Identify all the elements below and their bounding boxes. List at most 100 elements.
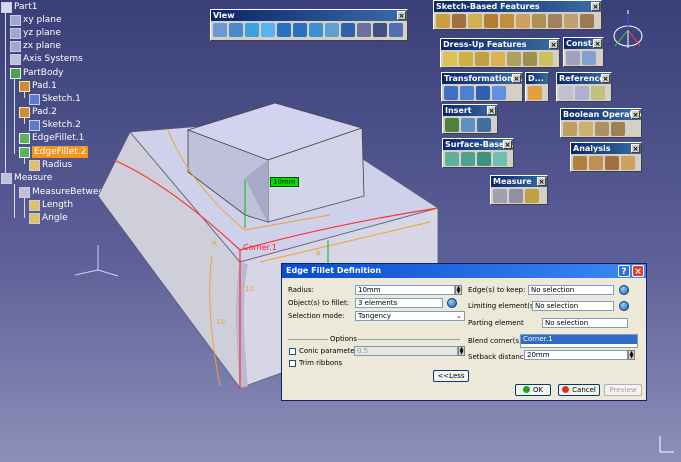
chamfer-icon[interactable] — [459, 52, 473, 66]
close-icon[interactable]: × — [537, 177, 546, 186]
remove-loft-icon[interactable] — [580, 14, 594, 28]
close-icon[interactable]: × — [631, 110, 640, 119]
blend-corner-item[interactable]: Corner.1 — [521, 335, 637, 344]
zoom-out-icon[interactable] — [293, 23, 307, 37]
ok-button[interactable]: OK — [515, 384, 551, 396]
close-button[interactable]: × — [632, 265, 644, 277]
point-icon[interactable] — [559, 86, 573, 100]
geometrical-set-icon[interactable] — [461, 118, 475, 132]
multi-selection-icon[interactable] — [447, 298, 457, 308]
measure-item-icon[interactable] — [509, 189, 523, 203]
conic-spinner[interactable]: ▲ ▼ — [458, 346, 465, 356]
shading-icon[interactable] — [357, 23, 371, 37]
scaling-icon[interactable] — [492, 86, 506, 100]
toolbar-sketch-based-features[interactable]: Sketch-Based Features × — [433, 0, 602, 30]
compass-icon[interactable] — [613, 10, 643, 48]
thread-analysis-icon[interactable] — [605, 156, 619, 170]
toolbar-d[interactable]: D... — [525, 72, 549, 102]
mirror-icon[interactable] — [460, 86, 474, 100]
close-icon[interactable]: × — [397, 11, 406, 20]
conic-parameter-checkbox[interactable] — [289, 348, 296, 355]
multi-selection-icon[interactable] — [619, 301, 629, 311]
close-surface-icon[interactable] — [477, 152, 491, 166]
dialog-title-bar[interactable]: Edge Fillet Definition ? × — [282, 264, 646, 278]
draft-analysis-icon[interactable] — [573, 156, 587, 170]
stiffener-icon[interactable] — [548, 14, 562, 28]
line-icon[interactable] — [575, 86, 589, 100]
pad-icon[interactable] — [436, 14, 450, 28]
conic-parameter-input[interactable]: 0.5 — [354, 346, 458, 356]
toolbar-insert[interactable]: Insert × — [442, 104, 498, 134]
intersect-icon[interactable] — [611, 122, 625, 136]
toolbar-reference-elements[interactable]: Reference... × — [556, 72, 612, 102]
groove-icon[interactable] — [484, 14, 498, 28]
multi-selection-icon[interactable] — [619, 285, 629, 295]
swap-space-icon[interactable] — [389, 23, 403, 37]
close-icon[interactable]: × — [593, 39, 602, 48]
draft-icon[interactable] — [475, 52, 489, 66]
constraint-icon[interactable] — [566, 51, 580, 65]
parting-element-field[interactable]: No selection — [542, 318, 628, 328]
iso-view-icon[interactable] — [341, 23, 355, 37]
toolbar-view[interactable]: View × — [210, 9, 408, 41]
close-icon[interactable]: × — [487, 106, 496, 115]
split-icon[interactable] — [445, 152, 459, 166]
hole-analysis-icon[interactable] — [621, 156, 635, 170]
body-icon[interactable] — [445, 118, 459, 132]
measure-between-icon[interactable] — [493, 189, 507, 203]
less-button[interactable]: <<Less — [433, 370, 469, 382]
radius-spinner[interactable]: ▲ ▼ — [455, 285, 462, 295]
slot-icon[interactable] — [532, 14, 546, 28]
normal-view-icon[interactable] — [309, 23, 323, 37]
toolbar-transformation-features[interactable]: Transformation F... × — [441, 72, 523, 102]
trim-ribbons-checkbox[interactable] — [289, 360, 296, 367]
translation-icon[interactable] — [444, 86, 458, 100]
fillet-radius-dimension[interactable]: 10mm — [270, 177, 299, 187]
close-icon[interactable]: × — [512, 74, 521, 83]
selection-mode-select[interactable]: Tangency — [355, 311, 465, 321]
toolbar-constraints[interactable]: Const... × — [563, 37, 604, 67]
toolbar-surface-based-features[interactable]: Surface-Base... × — [442, 138, 514, 168]
hide-show-icon[interactable] — [373, 23, 387, 37]
rib-icon[interactable] — [516, 14, 530, 28]
zoom-in-icon[interactable] — [277, 23, 291, 37]
close-icon[interactable]: × — [591, 2, 600, 11]
shaft-icon[interactable] — [468, 14, 482, 28]
constraint-dialog-icon[interactable] — [582, 51, 596, 65]
preview-button[interactable]: Preview — [604, 384, 642, 396]
toolbar-analysis[interactable]: Analysis × — [570, 142, 642, 172]
fit-all-icon[interactable] — [229, 23, 243, 37]
corner-label[interactable]: Corner.1 — [243, 243, 277, 252]
pan-icon[interactable] — [245, 23, 259, 37]
objects-to-fillet-field[interactable]: 3 elements — [355, 298, 443, 308]
loft-icon[interactable] — [564, 14, 578, 28]
thick-surface-icon[interactable] — [461, 152, 475, 166]
curvature-analysis-icon[interactable] — [589, 156, 603, 170]
shell-icon[interactable] — [491, 52, 505, 66]
pattern-icon[interactable] — [476, 86, 490, 100]
fly-icon[interactable] — [213, 23, 227, 37]
remove-icon[interactable] — [595, 122, 609, 136]
close-icon[interactable]: × — [549, 40, 558, 49]
radius-input[interactable]: 10mm — [355, 285, 455, 295]
assemble-icon[interactable] — [563, 122, 577, 136]
multi-view-icon[interactable] — [325, 23, 339, 37]
toolbar-dress-up-features[interactable]: Dress-Up Features × — [440, 38, 560, 68]
chevron-down-icon[interactable]: ⌄ — [456, 312, 462, 320]
toolbar-measure[interactable]: Measure × — [490, 175, 548, 205]
add-icon[interactable] — [579, 122, 593, 136]
plane-icon[interactable] — [591, 86, 605, 100]
rotate-icon[interactable] — [261, 23, 275, 37]
limiting-elements-field[interactable]: No selection — [532, 301, 614, 311]
setback-spinner[interactable]: ▲ ▼ — [628, 350, 635, 360]
edges-to-keep-field[interactable]: No selection — [528, 285, 614, 295]
toolbar-boolean-operations[interactable]: Boolean Operations× — [560, 108, 642, 138]
measure-inertia-icon[interactable] — [525, 189, 539, 203]
cancel-button[interactable]: Cancel — [558, 384, 600, 396]
close-icon[interactable]: × — [601, 74, 610, 83]
thread-icon[interactable] — [523, 52, 537, 66]
feature-icon[interactable] — [528, 86, 542, 100]
hole-icon[interactable] — [500, 14, 514, 28]
sew-surface-icon[interactable] — [493, 152, 507, 166]
pocket-icon[interactable] — [452, 14, 466, 28]
